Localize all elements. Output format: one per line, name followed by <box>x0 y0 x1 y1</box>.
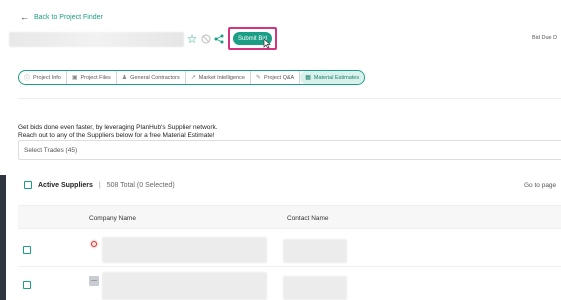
share-icon[interactable] <box>213 33 225 45</box>
intro-line-2: Reach out to any of the Suppliers below … <box>18 132 215 139</box>
tab-project-files[interactable]: ▣ Project Files <box>67 71 117 84</box>
tab-material-estimates[interactable]: ▦ Material Estimates <box>300 71 365 84</box>
contact-name-redacted <box>283 276 347 300</box>
tab-project-qa[interactable]: ✎ Project Q&A <box>251 71 301 84</box>
table-row[interactable]: — <box>18 268 561 300</box>
suppliers-title: Active Suppliers <box>38 181 93 189</box>
star-icon[interactable]: ☆ <box>186 32 198 46</box>
project-tabs: ⓘ Project Info ▣ Project Files ♟ General… <box>18 70 366 85</box>
left-rail <box>0 0 6 300</box>
back-to-project-finder-link[interactable]: ← Back to Project Finder <box>20 12 103 22</box>
tab-project-info[interactable]: ⓘ Project Info <box>19 71 67 84</box>
tab-market-intelligence[interactable]: ↗ Market Intelligence <box>186 71 251 84</box>
chart-icon: ↗ <box>190 75 196 81</box>
table-row[interactable] <box>18 233 561 267</box>
go-to-page-label: Go to page <box>524 182 557 189</box>
file-icon: ▣ <box>71 75 78 81</box>
estimate-icon: ▦ <box>305 75 311 81</box>
select-trades-dropdown[interactable]: Select Trades (45) <box>18 140 561 160</box>
supplier-intro-text: Get bids done even faster, by leveraging… <box>18 124 218 140</box>
active-suppliers-header: Active Suppliers | 508 Total (0 Selected… <box>24 181 175 189</box>
info-icon: ⓘ <box>24 76 31 82</box>
column-company-name: Company Name <box>89 215 136 222</box>
row-checkbox[interactable] <box>23 281 31 289</box>
company-logo: — <box>89 276 99 286</box>
person-icon: ♟ <box>121 75 128 81</box>
tab-label: Project Q&A <box>263 74 295 81</box>
separator: | <box>98 181 101 189</box>
row-checkbox[interactable] <box>23 246 31 254</box>
suppliers-table-header: Company Name Contact Name <box>18 205 561 229</box>
select-all-checkbox[interactable] <box>24 181 32 189</box>
tab-label: Project Info <box>33 74 61 81</box>
bid-due-label: Bid Due D <box>532 35 558 41</box>
tab-general-contractors[interactable]: ♟ General Contractors <box>117 71 186 84</box>
column-contact-name: Contact Name <box>287 215 329 222</box>
section-divider <box>18 98 561 99</box>
company-name-redacted <box>102 237 267 263</box>
company-logo <box>89 239 99 249</box>
company-name-redacted <box>102 272 267 300</box>
contact-name-redacted <box>283 239 347 263</box>
intro-line-1: Get bids done even faster, by leveraging… <box>18 124 218 131</box>
tab-label: Material Estimates <box>313 74 360 81</box>
tab-label: General Contractors <box>130 74 180 81</box>
mouse-cursor-icon <box>263 38 271 49</box>
tab-label: Market Intelligence <box>198 74 245 81</box>
tab-label: Project Files <box>80 74 111 81</box>
arrow-left-icon: ← <box>20 12 29 22</box>
project-title-redacted <box>9 32 184 47</box>
back-link-label: Back to Project Finder <box>34 13 103 21</box>
chat-icon: ✎ <box>255 75 261 81</box>
not-interested-icon[interactable] <box>200 33 212 45</box>
suppliers-total: 508 Total (0 Selected) <box>106 181 175 189</box>
